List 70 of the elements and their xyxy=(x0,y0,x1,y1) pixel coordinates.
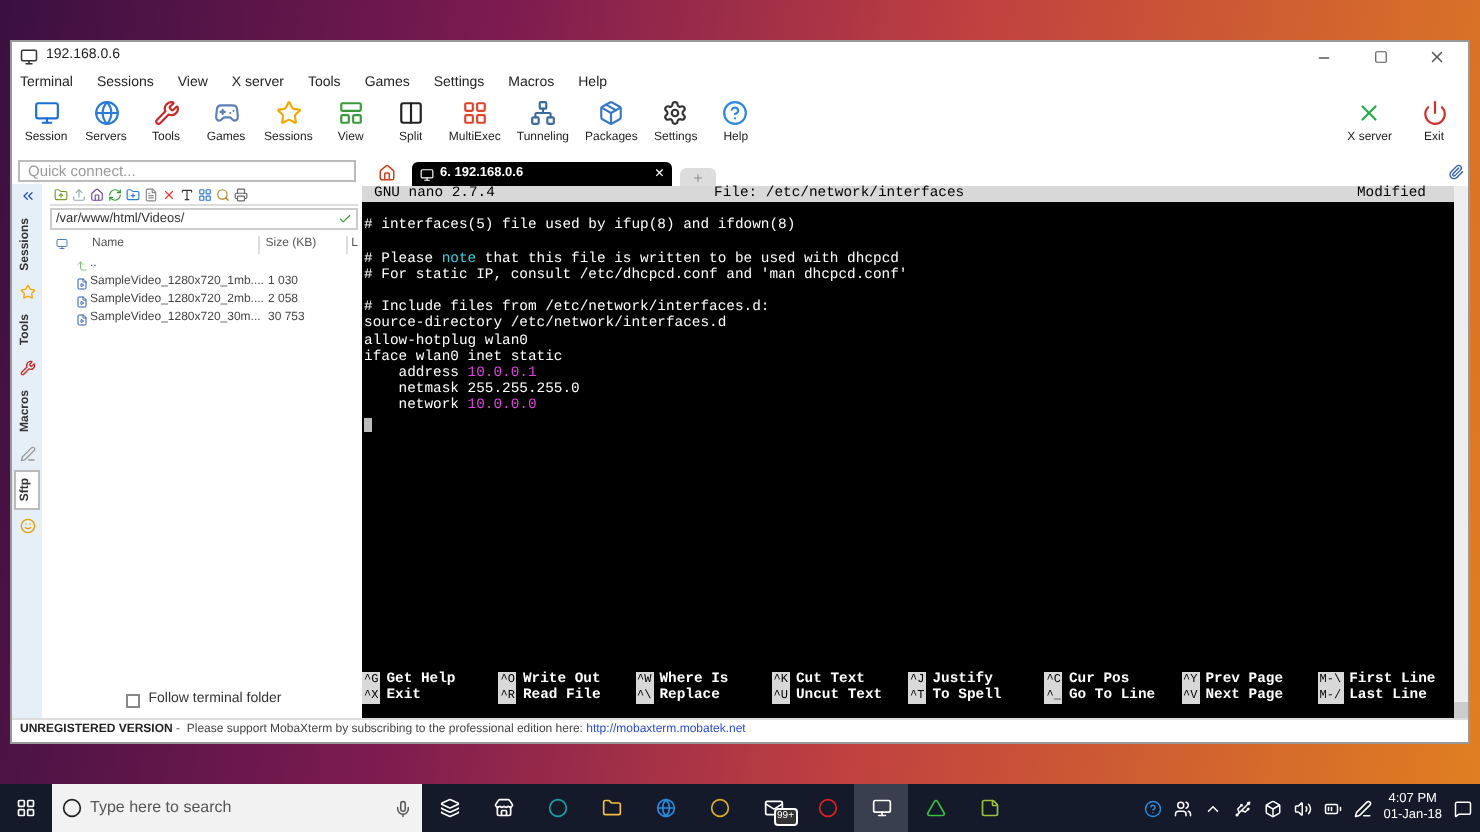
app-icon xyxy=(20,48,38,66)
file-icon[interactable] xyxy=(144,187,158,201)
people-icon[interactable] xyxy=(1173,799,1192,817)
volume-icon[interactable] xyxy=(1293,799,1312,817)
video-file-icon xyxy=(76,313,88,325)
home-tab-icon[interactable] xyxy=(378,164,396,182)
home-icon[interactable] xyxy=(90,187,104,201)
pen-icon[interactable] xyxy=(1353,799,1372,817)
globe-icon xyxy=(655,798,675,818)
help-icon xyxy=(722,100,749,126)
star-icon xyxy=(275,100,302,126)
wrench-icon xyxy=(153,100,179,126)
smiley-icon xyxy=(19,517,35,534)
printer-icon[interactable] xyxy=(234,187,248,201)
windows-logo-icon xyxy=(16,798,36,818)
battery-icon[interactable] xyxy=(1323,799,1342,817)
refresh-icon[interactable] xyxy=(108,187,122,201)
help-icon[interactable] xyxy=(1143,799,1162,817)
x-icon xyxy=(1356,100,1383,126)
box-icon[interactable] xyxy=(1263,799,1282,817)
columns-icon xyxy=(397,100,424,126)
circle-icon xyxy=(817,798,837,818)
maximize-icon xyxy=(1373,50,1387,64)
folder-up-icon[interactable] xyxy=(54,187,68,201)
folder-icon xyxy=(601,798,621,818)
monitor-icon xyxy=(33,100,59,126)
terminal-button[interactable] xyxy=(854,784,908,832)
text-icon[interactable] xyxy=(180,187,194,201)
power-icon xyxy=(1421,100,1447,126)
usb-icon[interactable] xyxy=(1233,799,1252,817)
check-icon xyxy=(338,212,352,226)
delete-icon[interactable] xyxy=(162,187,176,201)
monitor-icon xyxy=(871,798,891,818)
settings-icon xyxy=(662,100,689,126)
wrench-icon xyxy=(19,359,35,376)
collapse-icon xyxy=(19,188,35,204)
monitor-icon xyxy=(420,167,434,181)
search-placeholder: Type here to search xyxy=(90,796,234,820)
globe-icon xyxy=(93,100,119,126)
terminal-screen[interactable] xyxy=(362,186,1454,718)
grid-icon xyxy=(461,100,488,126)
tab-close-button[interactable]: × xyxy=(654,162,664,186)
search-icon[interactable] xyxy=(216,187,230,201)
task-view-icon xyxy=(439,798,459,818)
folder-plus-icon[interactable] xyxy=(126,187,140,201)
follow-folder-checkbox[interactable] xyxy=(126,693,141,707)
search-icon xyxy=(62,798,82,818)
plus-icon xyxy=(692,171,704,183)
circle-icon xyxy=(709,798,729,818)
video-file-icon xyxy=(76,277,88,289)
pen-icon xyxy=(19,445,35,462)
microphone-icon xyxy=(394,799,412,817)
network-icon xyxy=(529,100,556,126)
notification-icon[interactable] xyxy=(1454,799,1472,817)
gamepad-icon xyxy=(213,100,239,126)
window-icon xyxy=(337,100,364,126)
circle-icon xyxy=(547,798,567,818)
notepad-icon xyxy=(979,798,999,818)
close-icon xyxy=(1427,48,1445,66)
video-file-icon xyxy=(76,295,88,307)
search-box[interactable]: Type here to search xyxy=(52,784,422,832)
column-icon xyxy=(56,238,68,250)
scroll-bar[interactable] xyxy=(1454,186,1468,718)
store-icon xyxy=(493,798,513,818)
triangle-icon xyxy=(925,798,945,818)
package-icon xyxy=(598,100,625,126)
parent-folder-icon xyxy=(76,259,88,271)
paperclip-icon[interactable] xyxy=(1448,164,1464,180)
text-cursor xyxy=(364,417,372,432)
star-icon xyxy=(19,284,35,301)
